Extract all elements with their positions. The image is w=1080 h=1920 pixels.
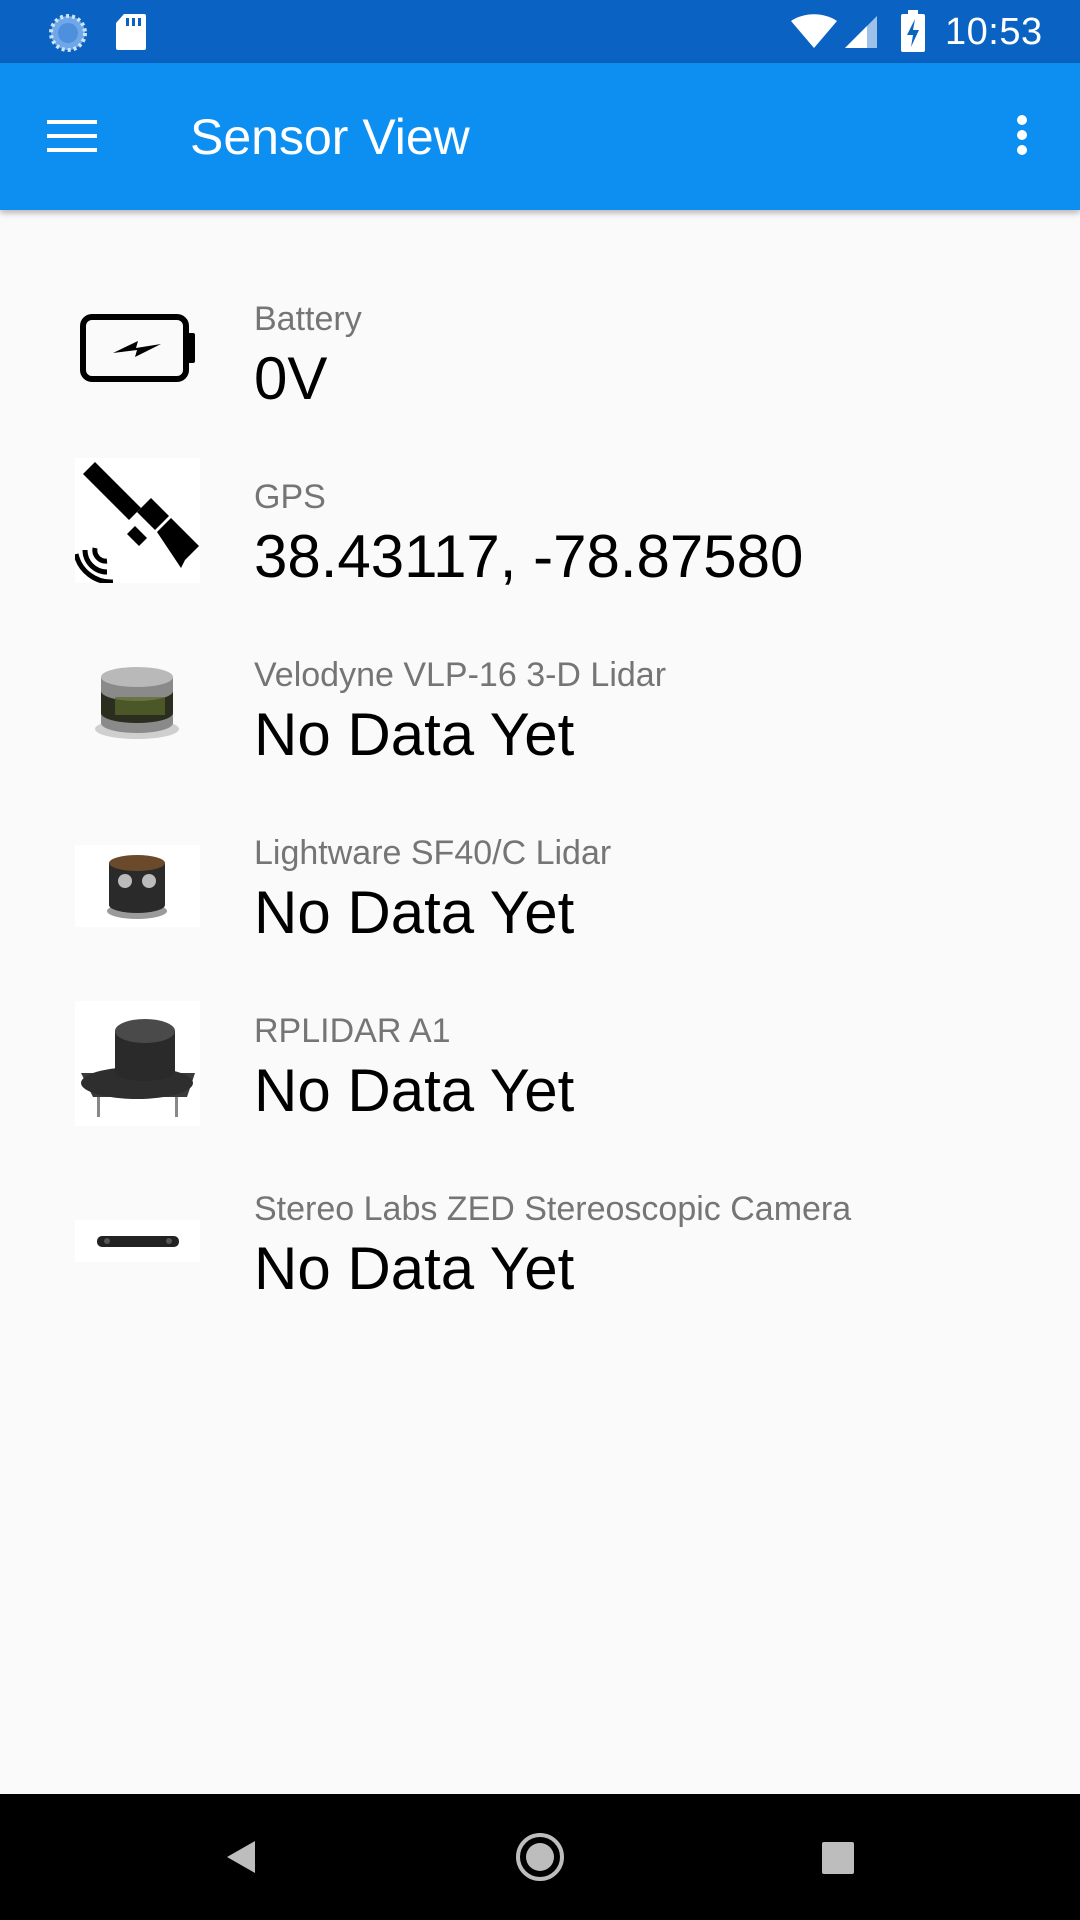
sensor-label: Velodyne VLP-16 3-D Lidar bbox=[254, 656, 667, 694]
sd-card-icon bbox=[114, 12, 148, 57]
overflow-menu-button[interactable] bbox=[1000, 103, 1044, 167]
back-icon bbox=[227, 1841, 255, 1873]
sensor-label: RPLIDAR A1 bbox=[254, 1012, 451, 1050]
sensor-row-velodyne: Velodyne VLP-16 3-D Lidar No Data Yet bbox=[0, 641, 1080, 819]
sensor-row-lightware: Lightware SF40/C Lidar No Data Yet bbox=[0, 819, 1080, 997]
recents-icon bbox=[822, 1842, 854, 1874]
zed-camera-image bbox=[75, 1220, 200, 1262]
sensor-value: No Data Yet bbox=[254, 1235, 575, 1302]
more-vert-icon bbox=[1017, 115, 1027, 155]
sensor-row-rplidar: RPLIDAR A1 No Data Yet bbox=[0, 997, 1080, 1175]
sensor-value: No Data Yet bbox=[254, 879, 575, 946]
sensor-label: GPS bbox=[254, 478, 326, 516]
sensor-row-gps: GPS 38.43117, -78.87580 bbox=[0, 458, 1080, 641]
sync-icon bbox=[47, 12, 89, 59]
hamburger-menu-icon bbox=[47, 120, 97, 152]
sensor-label: Battery bbox=[254, 300, 362, 338]
sensor-list: Battery 0V GPS 38.43117, -78.87580 Velod… bbox=[0, 210, 1080, 1794]
page-title: Sensor View bbox=[190, 109, 470, 165]
sensor-label: Lightware SF40/C Lidar bbox=[254, 834, 612, 872]
sensor-value: No Data Yet bbox=[254, 701, 575, 768]
sensor-value: 38.43117, -78.87580 bbox=[254, 523, 804, 590]
satellite-icon bbox=[73, 458, 200, 585]
battery-icon bbox=[75, 285, 200, 410]
rplidar-image bbox=[75, 1001, 200, 1126]
sensor-row-zed: Stereo Labs ZED Stereoscopic Camera No D… bbox=[0, 1175, 1080, 1353]
app-bar: Sensor View bbox=[0, 63, 1080, 210]
hamburger-menu-button[interactable] bbox=[35, 103, 110, 167]
lightware-lidar-image bbox=[75, 845, 200, 927]
home-button[interactable] bbox=[505, 1824, 575, 1890]
back-button[interactable] bbox=[207, 1824, 277, 1890]
battery-charging-icon bbox=[900, 10, 926, 57]
navigation-bar bbox=[0, 1794, 1080, 1920]
wifi-icon bbox=[790, 14, 838, 55]
sensor-label: Stereo Labs ZED Stereoscopic Camera bbox=[254, 1190, 852, 1228]
sensor-value: No Data Yet bbox=[254, 1057, 575, 1124]
velodyne-lidar-image bbox=[75, 641, 200, 766]
home-icon bbox=[516, 1833, 564, 1881]
clock-time: 10:53 bbox=[945, 11, 1043, 53]
sensor-value: 0V bbox=[254, 345, 328, 412]
sensor-row-battery: Battery 0V bbox=[0, 285, 1080, 463]
status-bar: 10:53 bbox=[0, 0, 1080, 63]
cell-signal-icon bbox=[843, 14, 879, 55]
recents-button[interactable] bbox=[802, 1824, 872, 1890]
